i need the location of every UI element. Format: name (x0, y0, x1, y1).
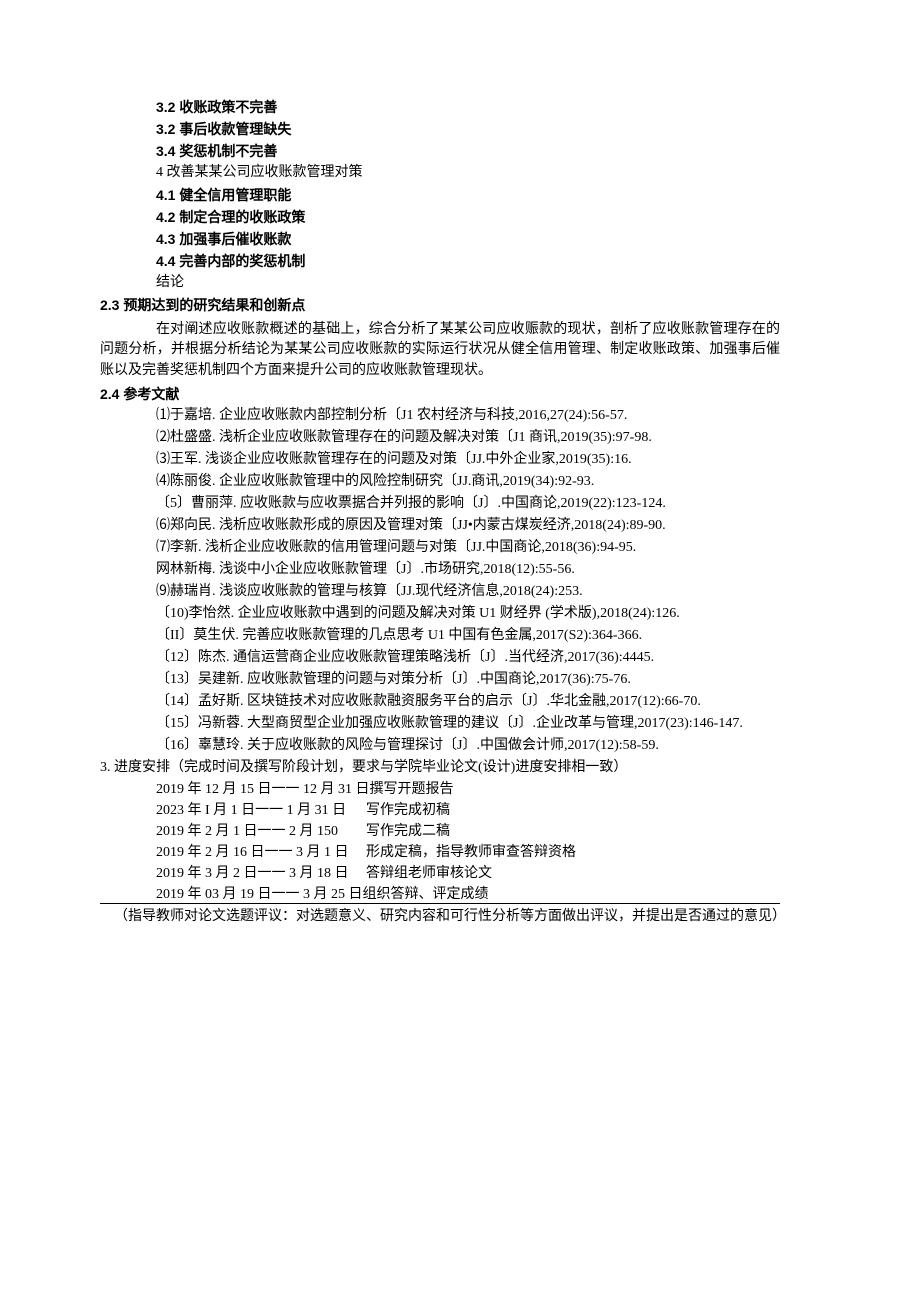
schedule-desc (454, 783, 781, 797)
reference-item: ⑷陈丽俊. 企业应收账款管理中的风险控制研究〔JJ.商讯,2019(34):92… (100, 475, 780, 489)
reference-item: 〔5〕曹丽萍. 应收账款与应收票据合并列报的影响〔J〕.中国商论,2019(22… (100, 497, 780, 511)
outline-item: 4 改善某某公司应收账款管理对策 (100, 166, 780, 180)
schedule-row: 2019 年 2 月 1 日一一 2 月 150 写作完成二稿 (156, 825, 780, 839)
schedule-date: 2019 年 12 月 15 日一一 12 月 31 日撰写开题报告 (156, 783, 454, 797)
outline-item: 4.4 完善内部的奖惩机制 (100, 254, 780, 268)
section-23-paragraph: 在对阐述应收账款概述的基础上，综合分析了某某公司应收赈款的现状，剖析了应收账款管… (100, 320, 780, 381)
reference-item: 〔12〕陈杰. 通信运营商企业应收账款管理策略浅析〔J〕.当代经济,2017(3… (100, 651, 780, 665)
reference-item: 〔II〕莫生伏. 完善应收账款管理的几点思考 U1 中国有色金属,2017(S2… (100, 629, 780, 643)
reference-item: 〔13〕吴建新. 应收账款管理的问题与对策分析〔J〕.中国商论,2017(36)… (100, 673, 780, 687)
schedule-row: 2019 年 03 月 19 日一一 3 月 25 日组织答辩、评定成绩 (156, 888, 780, 902)
schedule-row: 2023 年 I 月 1 日一一 1 月 31 日 写作完成初稿 (156, 804, 780, 818)
reference-item: ⑹郑向民. 浅析应收账款形成的原因及管理对策〔JJ•内蒙古煤炭经济,2018(2… (100, 519, 780, 533)
schedule-desc: 形成定稿，指导教师审查答辩资格 (366, 846, 780, 860)
schedule-row: 2019 年 2 月 16 日一一 3 月 1 日 形成定稿，指导教师审查答辩资… (156, 846, 780, 860)
schedule-date: 2019 年 03 月 19 日一一 3 月 25 日组织答辩、评定成绩 (156, 888, 489, 902)
outline-item: 结论 (100, 276, 780, 290)
schedule-block: 2019 年 12 月 15 日一一 12 月 31 日撰写开题报告 2023 … (100, 783, 780, 904)
reference-item: ⑴于嘉培. 企业应收账款内部控制分析〔J1 农村经济与科技,2016,27(24… (100, 409, 780, 423)
reference-item: ⑼赫瑞肖. 浅谈应收账款的管理与核算〔JJ.现代经济信息,2018(24):25… (100, 585, 780, 599)
section-heading-24: 2.4 参考文献 (100, 387, 780, 401)
schedule-row: 2019 年 12 月 15 日一一 12 月 31 日撰写开题报告 (156, 783, 780, 797)
schedule-date: 2023 年 I 月 1 日一一 1 月 31 日 (156, 804, 366, 818)
reference-item: 网林新梅. 浅谈中小企业应收账款管理〔J〕.市场研究,2018(12):55-5… (100, 563, 780, 577)
section-heading-3: 3. 进度安排（完成时间及撰写阶段计划，要求与学院毕业论文(设计)进度安排相一致… (100, 761, 780, 775)
reference-item: ⑺李新. 浅析企业应收账款的信用管理问题与对策〔JJ.中国商论,2018(36)… (100, 541, 780, 555)
schedule-desc: 写作完成二稿 (366, 825, 780, 839)
outline-item: 4.3 加强事后催收账款 (100, 232, 780, 246)
reference-item: ⑵杜盛盛. 浅析企业应收账款管理存在的问题及解决对策〔J1 商讯,2019(35… (100, 431, 780, 445)
outline-item: 4.1 健全信用管理职能 (100, 188, 780, 202)
schedule-desc (489, 888, 781, 902)
outline-item: 3.4 奖惩机制不完善 (100, 144, 780, 158)
reference-item: 〔10)李怡然. 企业应收账款中遇到的问题及解决对策 U1 财经界 (学术版),… (100, 607, 780, 621)
section-heading-23: 2.3 预期达到的研究结果和创新点 (100, 298, 780, 312)
reference-item: 〔15〕冯新蓉. 大型商贸型企业加强应收账款管理的建议〔J〕.企业改革与管理,2… (100, 717, 780, 731)
outline-item: 4.2 制定合理的收账政策 (100, 210, 780, 224)
reference-item: 〔14〕孟好斯. 区块链技术对应收账款融资服务平台的启示〔J〕.华北金融,201… (100, 695, 780, 709)
schedule-date: 2019 年 2 月 16 日一一 3 月 1 日 (156, 846, 366, 860)
schedule-row: 2019 年 3 月 2 日一一 3 月 18 日 答辩组老师审核论文 (156, 867, 780, 881)
outline-item: 3.2 收账政策不完善 (100, 100, 780, 114)
reference-item: ⑶王军. 浅谈企业应收账款管理存在的问题及对策〔JJ.中外企业家,2019(35… (100, 453, 780, 467)
schedule-date: 2019 年 2 月 1 日一一 2 月 150 (156, 825, 366, 839)
schedule-desc: 写作完成初稿 (366, 804, 780, 818)
schedule-desc: 答辩组老师审核论文 (366, 867, 780, 881)
advisor-comment-line: （指导教师对论文选题评议：对选题意义、研究内容和可行性分析等方面做出评议，并提出… (100, 910, 780, 924)
reference-item: 〔16〕辜慧玲. 关于应收账款的风险与管理探讨〔J〕.中国做会计师,2017(1… (100, 739, 780, 753)
schedule-date: 2019 年 3 月 2 日一一 3 月 18 日 (156, 867, 366, 881)
outline-item: 3.2 事后收款管理缺失 (100, 122, 780, 136)
